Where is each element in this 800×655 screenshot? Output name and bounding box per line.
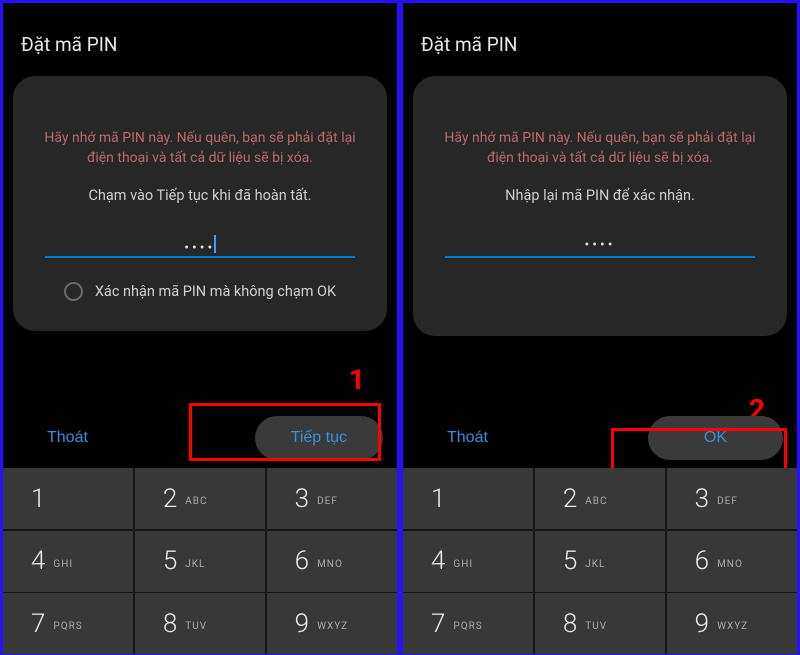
key-letters: GHI — [53, 559, 73, 570]
key-letters: TUV — [185, 621, 207, 632]
key-8[interactable]: 8 TUV — [535, 593, 665, 654]
confirm-without-ok-row[interactable]: Xác nhận mã PIN mà không chạm OK — [31, 282, 369, 301]
key-digit: 2 — [163, 484, 177, 514]
key-digit: 9 — [295, 609, 309, 639]
key-letters: GHI — [453, 559, 473, 570]
key-digit: 2 — [563, 484, 577, 514]
button-row: Thoát OK — [403, 416, 797, 460]
key-digit: 7 — [31, 609, 45, 639]
key-letters: MNO — [717, 559, 743, 570]
key-letters: WXYZ — [317, 621, 348, 632]
button-row: Thoát Tiếp tục — [3, 416, 397, 460]
screen-set-pin-step2: Đặt mã PIN Hãy nhớ mã PIN này. Nếu quên,… — [400, 0, 800, 655]
key-letters: TUV — [585, 621, 607, 632]
key-6[interactable]: 6 MNO — [267, 531, 397, 592]
key-digit: 5 — [163, 546, 177, 576]
key-digit: 8 — [163, 609, 177, 639]
confirm-without-ok-label: Xác nhận mã PIN mà không chạm OK — [95, 283, 336, 300]
key-3[interactable]: 3 DEF — [667, 468, 797, 529]
key-digit: 3 — [295, 484, 309, 514]
key-letters: JKL — [585, 559, 605, 570]
key-letters: DEF — [317, 496, 338, 507]
key-7[interactable]: 7 PQRS — [403, 593, 533, 654]
key-4[interactable]: 4 GHI — [3, 531, 133, 592]
radio-icon — [64, 282, 83, 301]
key-3[interactable]: 3 DEF — [267, 468, 397, 529]
key-letters: MNO — [317, 559, 343, 570]
key-2[interactable]: 2 ABC — [135, 468, 265, 529]
screen-set-pin-step1: Đặt mã PIN Hãy nhớ mã PIN này. Nếu quên,… — [0, 0, 400, 655]
page-title: Đặt mã PIN — [403, 3, 797, 66]
continue-button[interactable]: Tiếp tục — [255, 416, 383, 460]
key-letters: ABC — [585, 496, 607, 507]
pin-mask: •••• — [585, 237, 616, 253]
key-5[interactable]: 5 JKL — [135, 531, 265, 592]
numeric-keypad: 1 2 ABC 3 DEF 4 GHI 5 JKL 6 MNO 7 PQRS 8 TUV 9W… — [403, 468, 797, 654]
key-digit: 1 — [431, 484, 445, 514]
key-6[interactable]: 6 MNO — [667, 531, 797, 592]
key-9[interactable]: 9 WXYZ — [267, 593, 397, 654]
instruction-text: Nhập lại mã PIN để xác nhận. — [431, 187, 769, 204]
key-digit: 6 — [695, 546, 709, 576]
key-digit: 3 — [695, 484, 709, 514]
pin-card: Hãy nhớ mã PIN này. Nếu quên, bạn sẽ phả… — [413, 76, 787, 336]
pin-input[interactable]: •••• — [45, 232, 355, 258]
key-2[interactable]: 2 ABC — [535, 468, 665, 529]
key-digit: 7 — [431, 609, 445, 639]
exit-button[interactable]: Thoát — [417, 417, 518, 459]
key-1[interactable]: 1 — [3, 468, 133, 529]
pin-input[interactable]: •••• — [445, 232, 755, 258]
key-letters: ABC — [185, 496, 207, 507]
ok-button[interactable]: OK — [648, 416, 783, 460]
key-5[interactable]: 5 JKL — [535, 531, 665, 592]
instruction-text: Chạm vào Tiếp tục khi đã hoàn tất. — [31, 187, 369, 204]
key-digit: 6 — [295, 546, 309, 576]
warning-text: Hãy nhớ mã PIN này. Nếu quên, bạn sẽ phả… — [431, 128, 769, 169]
key-1[interactable]: 1 — [403, 468, 533, 529]
exit-button[interactable]: Thoát — [17, 417, 118, 459]
key-7[interactable]: 7 PQRS — [3, 593, 133, 654]
key-digit: 5 — [563, 546, 577, 576]
key-8[interactable]: 8 TUV — [135, 593, 265, 654]
key-letters: JKL — [185, 559, 205, 570]
key-letters: DEF — [717, 496, 738, 507]
key-letters: PQRS — [53, 621, 82, 632]
key-letters: WXYZ — [717, 621, 748, 632]
key-digit: 4 — [31, 546, 45, 576]
pin-card: Hãy nhớ mã PIN này. Nếu quên, bạn sẽ phả… — [13, 76, 387, 331]
text-cursor — [214, 235, 216, 253]
page-title: Đặt mã PIN — [3, 3, 397, 66]
numeric-keypad: 1 2 ABC 3 DEF 4 GHI 5 JKL 6 MNO 7 PQRS 8 TUV 9W… — [3, 468, 397, 654]
key-digit: 4 — [431, 546, 445, 576]
key-9[interactable]: 9 WXYZ — [667, 593, 797, 654]
warning-text: Hãy nhớ mã PIN này. Nếu quên, bạn sẽ phả… — [31, 128, 369, 169]
key-4[interactable]: 4 GHI — [403, 531, 533, 592]
key-digit: 9 — [695, 609, 709, 639]
key-letters: PQRS — [453, 621, 482, 632]
step-number-annotation: 1 — [349, 363, 365, 396]
key-digit: 1 — [31, 484, 45, 514]
pin-mask: •••• — [184, 240, 215, 256]
key-digit: 8 — [563, 609, 577, 639]
